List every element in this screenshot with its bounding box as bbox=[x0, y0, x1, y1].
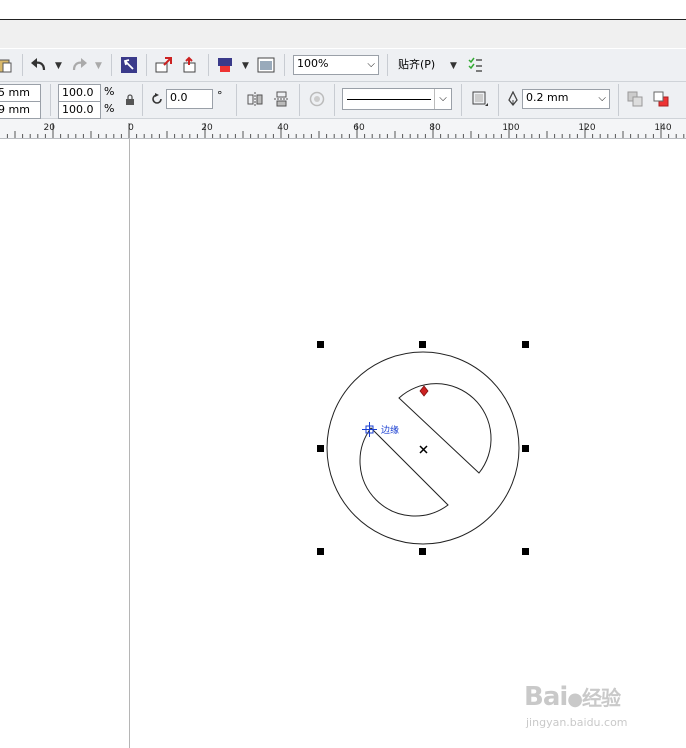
drawing-objects bbox=[317, 341, 529, 555]
paw-icon: ● bbox=[567, 689, 583, 710]
outline-width-select[interactable]: 0.2 mm ⌵ bbox=[522, 89, 610, 109]
selection-handle-top-left bbox=[317, 341, 324, 348]
ruler-label: 120 bbox=[578, 123, 595, 133]
rotate-icon bbox=[148, 90, 166, 108]
separator bbox=[334, 84, 335, 116]
upper-half-shape bbox=[398, 383, 492, 474]
chevron-down-icon: ⌵ bbox=[367, 59, 375, 70]
degree-label: ° bbox=[217, 89, 223, 102]
redo-icon[interactable] bbox=[70, 56, 88, 74]
rotation-angle-value: 0.0 bbox=[170, 91, 188, 104]
watermark-url: jingyan.baidu.com bbox=[526, 716, 628, 729]
ruler-label: 60 bbox=[353, 123, 365, 133]
zoom-level-select[interactable]: 100% ⌵ bbox=[293, 55, 379, 75]
lower-half-shape bbox=[359, 427, 449, 517]
line-style-preview bbox=[347, 99, 431, 100]
launch-icon[interactable] bbox=[120, 56, 138, 74]
snap-dropdown-arrow[interactable]: ▼ bbox=[450, 61, 457, 71]
separator bbox=[461, 84, 462, 116]
separator bbox=[236, 84, 237, 116]
outline-width-value: 0.2 mm bbox=[526, 91, 569, 104]
property-bar: 5 mm 9 mm 100.0 100.0 % % 0.0 ° ⌵ 0.2 mm… bbox=[0, 82, 686, 119]
ruler-ticks: 20 0 20 40 60 80 100 120 140 bbox=[6, 123, 685, 138]
scale-x-value: 100.0 bbox=[62, 86, 94, 99]
ruler-label: 20 bbox=[201, 123, 213, 133]
scale-y-value: 100.0 bbox=[62, 103, 94, 116]
zoom-level-value: 100% bbox=[297, 57, 329, 70]
ruler-label: 20 bbox=[44, 123, 56, 133]
separator bbox=[284, 54, 285, 76]
snap-to-menu[interactable]: 贴齐(P) bbox=[398, 58, 435, 72]
scale-y-percent-label: % bbox=[104, 102, 115, 115]
selection-handle-bottom-left bbox=[317, 548, 324, 555]
separator bbox=[618, 84, 619, 116]
standard-toolbar: ▼ ▼ ▼ 100% ⌵ 贴齐(P) ▼ bbox=[0, 49, 686, 82]
outline-pen-icon bbox=[504, 90, 522, 108]
watermark-logo: Bai●经验 bbox=[524, 682, 621, 712]
drawing-canvas[interactable]: 边缘 Bai●经验 jingyan.baidu.com bbox=[0, 139, 686, 748]
object-y-position-field[interactable]: 9 mm bbox=[0, 101, 41, 119]
selection-handle-top-center bbox=[419, 341, 426, 348]
ruler-label: 100 bbox=[502, 123, 519, 133]
wrap-text-icon[interactable] bbox=[308, 90, 326, 108]
outline-style-select[interactable]: ⌵ bbox=[342, 88, 452, 110]
rotation-angle-field[interactable]: 0.0 bbox=[166, 89, 213, 109]
to-front-icon[interactable] bbox=[626, 90, 644, 108]
separator bbox=[146, 54, 147, 76]
ruler-label: 0 bbox=[128, 123, 134, 133]
object-x-position-field[interactable]: 5 mm bbox=[0, 84, 41, 102]
separator bbox=[142, 84, 143, 116]
scale-y-field[interactable]: 100.0 bbox=[58, 101, 101, 119]
export-icon[interactable] bbox=[181, 56, 199, 74]
publish-pdf-icon[interactable] bbox=[216, 56, 234, 74]
paste-icon[interactable] bbox=[0, 56, 14, 74]
selection-handle-bottom-right bbox=[522, 548, 529, 555]
separator bbox=[498, 84, 499, 116]
watermark-logo-suffix: 经验 bbox=[582, 686, 621, 710]
selection-handle-middle-left bbox=[317, 445, 324, 452]
ruler-label: 40 bbox=[277, 123, 289, 133]
mirror-horizontal-icon[interactable] bbox=[246, 90, 264, 108]
ruler-label: 80 bbox=[429, 123, 441, 133]
lock-ratio-icon[interactable] bbox=[121, 91, 139, 109]
snap-label: 边缘 bbox=[381, 426, 400, 436]
import-icon[interactable] bbox=[155, 56, 173, 74]
window-top-strip bbox=[0, 0, 686, 20]
separator bbox=[208, 54, 209, 76]
chevron-down-icon: ⌵ bbox=[598, 93, 606, 104]
horizontal-ruler[interactable]: 20 0 20 40 60 80 100 120 140 bbox=[0, 119, 686, 139]
watermark-logo-text: Bai bbox=[524, 682, 568, 712]
redo-dropdown-arrow[interactable]: ▼ bbox=[95, 61, 102, 71]
object-y-position-value: 9 mm bbox=[0, 103, 30, 116]
ruler-label: 140 bbox=[654, 123, 671, 133]
separator bbox=[111, 54, 112, 76]
selection-handle-top-right bbox=[522, 341, 529, 348]
full-screen-preview-icon[interactable] bbox=[257, 56, 275, 74]
selection-handle-bottom-center bbox=[419, 548, 426, 555]
scale-x-field[interactable]: 100.0 bbox=[58, 84, 101, 102]
publish-dropdown-arrow[interactable]: ▼ bbox=[242, 61, 249, 71]
object-x-position-value: 5 mm bbox=[0, 86, 30, 99]
mirror-vertical-icon[interactable] bbox=[272, 90, 290, 108]
separator bbox=[299, 84, 300, 116]
separator bbox=[387, 54, 388, 76]
separator bbox=[22, 54, 23, 76]
separator bbox=[50, 84, 51, 116]
chevron-down-icon: ⌵ bbox=[434, 89, 451, 109]
scale-x-percent-label: % bbox=[104, 85, 115, 98]
to-back-icon[interactable] bbox=[652, 90, 670, 108]
undo-icon[interactable] bbox=[30, 56, 48, 74]
layout-icon[interactable] bbox=[471, 90, 489, 108]
undo-dropdown-arrow[interactable]: ▼ bbox=[55, 61, 62, 71]
menu-bar-area bbox=[0, 20, 686, 48]
center-cross-marker bbox=[419, 445, 428, 454]
options-checklist-icon[interactable] bbox=[466, 56, 484, 74]
selection-handle-middle-right bbox=[522, 445, 529, 452]
